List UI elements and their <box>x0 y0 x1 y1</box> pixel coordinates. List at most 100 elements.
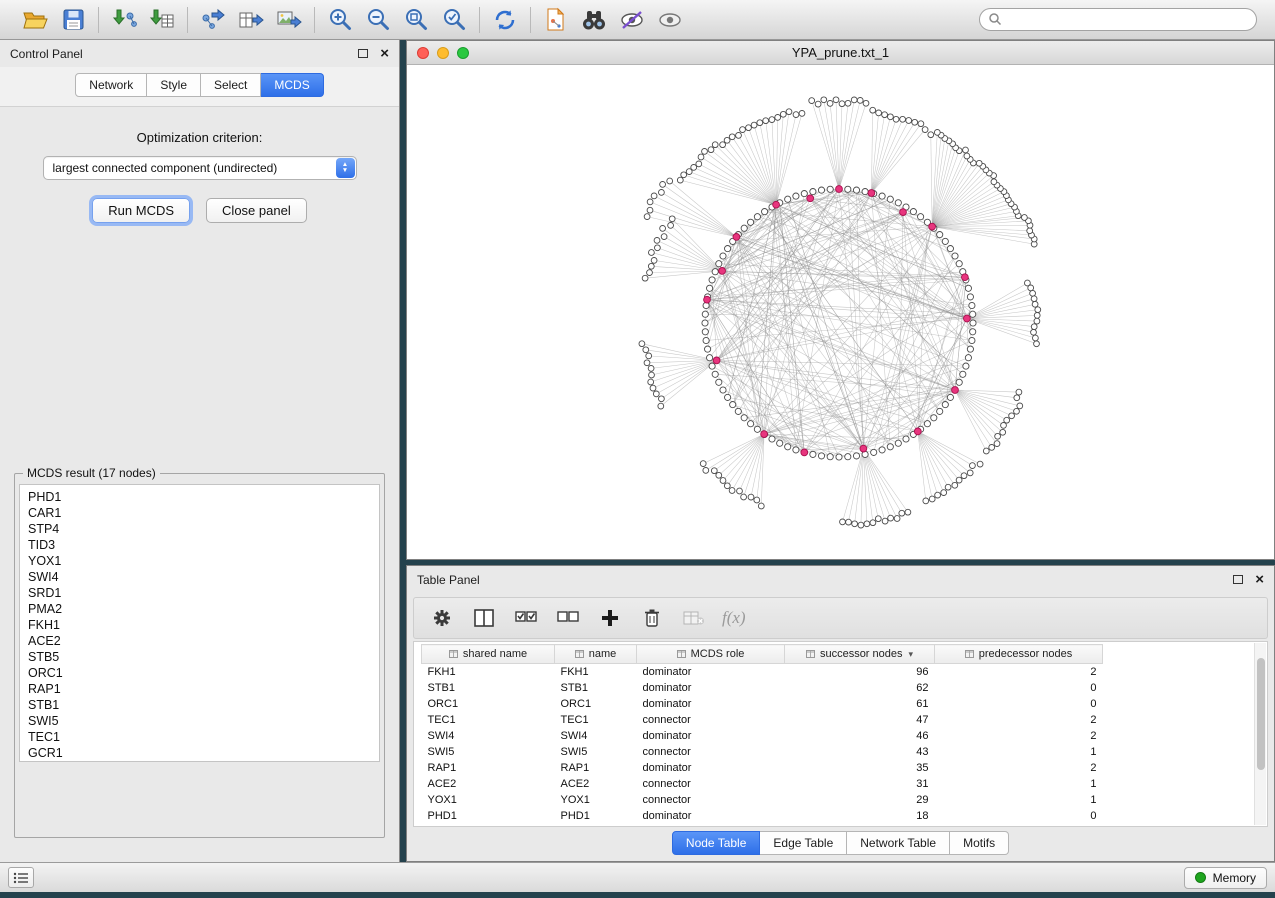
mcds-result-item[interactable]: PHD1 <box>28 489 377 505</box>
cell-successor-nodes[interactable]: 62 <box>785 680 935 696</box>
column-header-name[interactable]: name <box>555 645 637 664</box>
cell-predecessor-nodes[interactable]: 0 <box>935 696 1103 712</box>
mcds-result-item[interactable]: TID3 <box>28 537 377 553</box>
cell-name[interactable]: RAP1 <box>555 760 637 776</box>
cell-shared-name[interactable]: PHD1 <box>422 808 555 824</box>
tab-node-table[interactable]: Node Table <box>672 831 761 855</box>
zoom-out-button[interactable] <box>360 4 396 36</box>
table-settings-button[interactable] <box>428 604 456 632</box>
cell-mcds-role[interactable]: connector <box>637 712 785 728</box>
export-table-button[interactable] <box>233 4 269 36</box>
close-window-icon[interactable] <box>417 47 429 59</box>
cell-successor-nodes[interactable]: 35 <box>785 760 935 776</box>
mcds-result-item[interactable]: STB5 <box>28 649 377 665</box>
mcds-result-item[interactable]: SRD1 <box>28 585 377 601</box>
select-all-button[interactable] <box>512 604 540 632</box>
network-graph[interactable] <box>407 65 1274 559</box>
run-mcds-button[interactable]: Run MCDS <box>92 198 190 223</box>
tab-network-table[interactable]: Network Table <box>847 831 950 855</box>
mcds-result-item[interactable]: ACE2 <box>28 633 377 649</box>
cell-mcds-role[interactable]: connector <box>637 792 785 808</box>
cell-predecessor-nodes[interactable]: 1 <box>935 776 1103 792</box>
export-network-button[interactable] <box>195 4 231 36</box>
cell-successor-nodes[interactable]: 31 <box>785 776 935 792</box>
table-scrollbar[interactable] <box>1254 643 1266 825</box>
mcds-result-item[interactable]: YOX1 <box>28 553 377 569</box>
tab-mcds[interactable]: MCDS <box>261 73 323 97</box>
table-row[interactable]: SWI5SWI5connector431 <box>422 744 1103 760</box>
cell-shared-name[interactable]: SWI4 <box>422 728 555 744</box>
save-session-button[interactable] <box>55 4 91 36</box>
cell-shared-name[interactable]: ACE2 <box>422 776 555 792</box>
tab-style[interactable]: Style <box>147 73 201 97</box>
minimize-window-icon[interactable] <box>437 47 449 59</box>
cell-predecessor-nodes[interactable]: 1 <box>935 744 1103 760</box>
function-builder-button[interactable]: f(x) <box>722 604 746 632</box>
cell-mcds-role[interactable]: dominator <box>637 680 785 696</box>
table-row[interactable]: ACE2ACE2connector311 <box>422 776 1103 792</box>
cell-mcds-role[interactable]: dominator <box>637 664 785 680</box>
zoom-fit-button[interactable] <box>398 4 434 36</box>
cell-name[interactable]: FKH1 <box>555 664 637 680</box>
zoom-selected-button[interactable] <box>436 4 472 36</box>
cell-name[interactable]: PHD1 <box>555 808 637 824</box>
table-row[interactable]: RAP1RAP1dominator352 <box>422 760 1103 776</box>
cell-predecessor-nodes[interactable]: 1 <box>935 792 1103 808</box>
cell-shared-name[interactable]: TEC1 <box>422 712 555 728</box>
tab-edge-table[interactable]: Edge Table <box>760 831 847 855</box>
table-row[interactable]: SWI4SWI4dominator462 <box>422 728 1103 744</box>
export-image-button[interactable] <box>271 4 307 36</box>
cell-predecessor-nodes[interactable]: 0 <box>935 808 1103 824</box>
duplicate-network-button[interactable] <box>538 4 574 36</box>
float-panel-icon[interactable] <box>1233 575 1243 584</box>
cell-shared-name[interactable]: YOX1 <box>422 792 555 808</box>
cell-name[interactable]: ACE2 <box>555 776 637 792</box>
delete-table-button[interactable] <box>680 604 708 632</box>
add-column-button[interactable] <box>596 604 624 632</box>
show-columns-button[interactable] <box>470 604 498 632</box>
cell-predecessor-nodes[interactable]: 2 <box>935 712 1103 728</box>
cell-shared-name[interactable]: ORC1 <box>422 696 555 712</box>
mcds-result-item[interactable]: SWI5 <box>28 713 377 729</box>
column-header-successor-nodes[interactable]: successor nodes▾ <box>785 645 935 664</box>
deselect-all-button[interactable] <box>554 604 582 632</box>
optimization-criterion-select[interactable]: largest connected component (undirected)… <box>43 156 357 180</box>
column-header-predecessor-nodes[interactable]: predecessor nodes <box>935 645 1103 664</box>
cell-name[interactable]: SWI4 <box>555 728 637 744</box>
show-annotations-button[interactable] <box>652 4 688 36</box>
close-panel-icon[interactable]: × <box>380 48 389 60</box>
mcds-result-item[interactable]: PMA2 <box>28 601 377 617</box>
zoom-in-button[interactable] <box>322 4 358 36</box>
cell-mcds-role[interactable]: connector <box>637 744 785 760</box>
cell-name[interactable]: TEC1 <box>555 712 637 728</box>
cell-successor-nodes[interactable]: 96 <box>785 664 935 680</box>
cell-predecessor-nodes[interactable]: 2 <box>935 728 1103 744</box>
tab-motifs[interactable]: Motifs <box>950 831 1009 855</box>
float-panel-icon[interactable] <box>358 49 368 58</box>
cell-predecessor-nodes[interactable]: 2 <box>935 664 1103 680</box>
cell-predecessor-nodes[interactable]: 2 <box>935 760 1103 776</box>
network-canvas[interactable] <box>407 65 1274 559</box>
cell-successor-nodes[interactable]: 29 <box>785 792 935 808</box>
column-menu-caret-icon[interactable]: ▾ <box>909 649 914 659</box>
cell-mcds-role[interactable]: dominator <box>637 760 785 776</box>
delete-column-button[interactable] <box>638 604 666 632</box>
tab-network[interactable]: Network <box>75 73 147 97</box>
refresh-button[interactable] <box>487 4 523 36</box>
cell-mcds-role[interactable]: dominator <box>637 696 785 712</box>
mcds-result-item[interactable]: RAP1 <box>28 681 377 697</box>
cell-successor-nodes[interactable]: 61 <box>785 696 935 712</box>
table-row[interactable]: ORC1ORC1dominator610 <box>422 696 1103 712</box>
cell-mcds-role[interactable]: connector <box>637 776 785 792</box>
show-task-history-button[interactable] <box>8 867 34 888</box>
cell-successor-nodes[interactable]: 18 <box>785 808 935 824</box>
mcds-result-item[interactable]: STB1 <box>28 697 377 713</box>
cell-name[interactable]: SWI5 <box>555 744 637 760</box>
table-row[interactable]: TEC1TEC1connector472 <box>422 712 1103 728</box>
cell-name[interactable]: ORC1 <box>555 696 637 712</box>
cell-shared-name[interactable]: SWI5 <box>422 744 555 760</box>
mcds-result-item[interactable]: GCR1 <box>28 745 377 761</box>
search-input[interactable] <box>979 8 1257 31</box>
cell-predecessor-nodes[interactable]: 0 <box>935 680 1103 696</box>
table-row[interactable]: PHD1PHD1dominator180 <box>422 808 1103 824</box>
